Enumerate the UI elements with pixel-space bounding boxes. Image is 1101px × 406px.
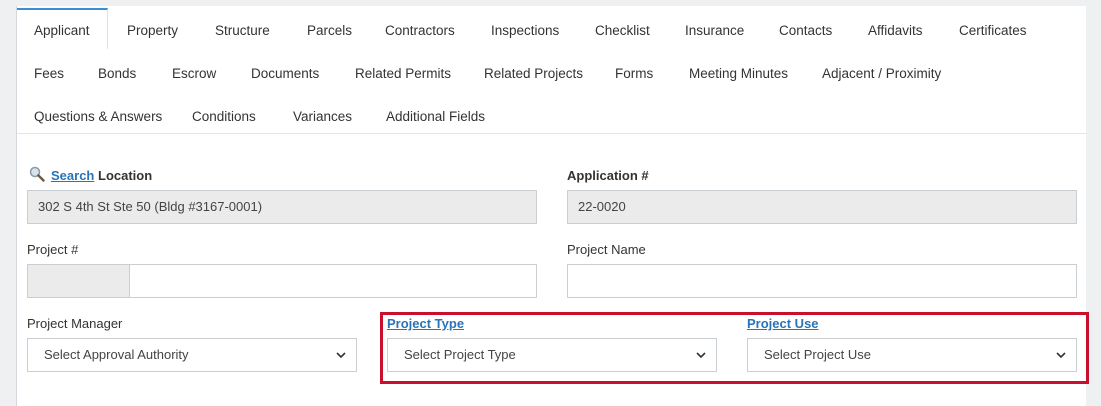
- tab-variances[interactable]: Variances: [276, 94, 369, 135]
- application-number-label: Application #: [567, 168, 649, 183]
- tab-documents[interactable]: Documents: [234, 51, 336, 92]
- tab-contacts[interactable]: Contacts: [762, 8, 849, 49]
- project-use-select[interactable]: Select Project Use: [747, 338, 1077, 372]
- tab-conditions[interactable]: Conditions: [175, 94, 273, 135]
- project-manager-select[interactable]: Select Approval Authority: [27, 338, 357, 372]
- search-icon[interactable]: [29, 166, 45, 182]
- project-name-label: Project Name: [567, 242, 646, 257]
- tab-structure[interactable]: Structure: [198, 8, 287, 49]
- tab-meeting-minutes[interactable]: Meeting Minutes: [672, 51, 805, 92]
- tab-bonds[interactable]: Bonds: [81, 51, 153, 92]
- location-field: 302 S 4th St Ste 50 (Bldg #3167-0001): [27, 190, 537, 224]
- tab-questions-answers[interactable]: Questions & Answers: [17, 94, 179, 135]
- tab-escrow[interactable]: Escrow: [155, 51, 233, 92]
- project-type-label: Project Type: [387, 316, 464, 331]
- chevron-down-icon: [336, 352, 346, 359]
- tab-affidavits[interactable]: Affidavits: [851, 8, 940, 49]
- tab-adjacent-proximity[interactable]: Adjacent / Proximity: [805, 51, 958, 92]
- location-label: Search Location: [51, 168, 153, 183]
- project-use-selected: Select Project Use: [764, 347, 871, 362]
- tab-parcels[interactable]: Parcels: [290, 8, 369, 49]
- tab-forms[interactable]: Forms: [598, 51, 670, 92]
- project-number-label: Project #: [27, 242, 79, 257]
- tab-insurance[interactable]: Insurance: [668, 8, 761, 49]
- tab-bar: Applicant Property Structure Parcels Con…: [17, 6, 1087, 134]
- project-use-link[interactable]: Project Use: [747, 316, 819, 331]
- tab-inspections[interactable]: Inspections: [474, 8, 576, 49]
- chevron-down-icon: [1056, 352, 1066, 359]
- tab-checklist[interactable]: Checklist: [578, 8, 667, 49]
- project-use-label: Project Use: [747, 316, 819, 331]
- project-type-link[interactable]: Project Type: [387, 316, 464, 331]
- project-manager-selected: Select Approval Authority: [44, 347, 189, 362]
- project-number-field[interactable]: [129, 264, 537, 298]
- tab-additional-fields[interactable]: Additional Fields: [369, 94, 502, 135]
- project-number-prefix-field: [27, 264, 130, 298]
- tab-certificates[interactable]: Certificates: [942, 8, 1044, 49]
- project-manager-label: Project Manager: [27, 316, 123, 331]
- tab-contractors[interactable]: Contractors: [368, 8, 472, 49]
- tab-property[interactable]: Property: [110, 8, 195, 49]
- tab-related-permits[interactable]: Related Permits: [338, 51, 468, 92]
- tab-related-projects[interactable]: Related Projects: [467, 51, 600, 92]
- chevron-down-icon: [696, 352, 706, 359]
- project-name-field[interactable]: [567, 264, 1077, 298]
- search-link[interactable]: Search: [51, 168, 94, 183]
- application-number-field: 22-0020: [567, 190, 1077, 224]
- project-type-selected: Select Project Type: [404, 347, 516, 362]
- tab-applicant[interactable]: Applicant: [17, 8, 108, 49]
- project-type-select[interactable]: Select Project Type: [387, 338, 717, 372]
- applicant-panel: Applicant Property Structure Parcels Con…: [16, 6, 1089, 406]
- tab-fees[interactable]: Fees: [17, 51, 81, 92]
